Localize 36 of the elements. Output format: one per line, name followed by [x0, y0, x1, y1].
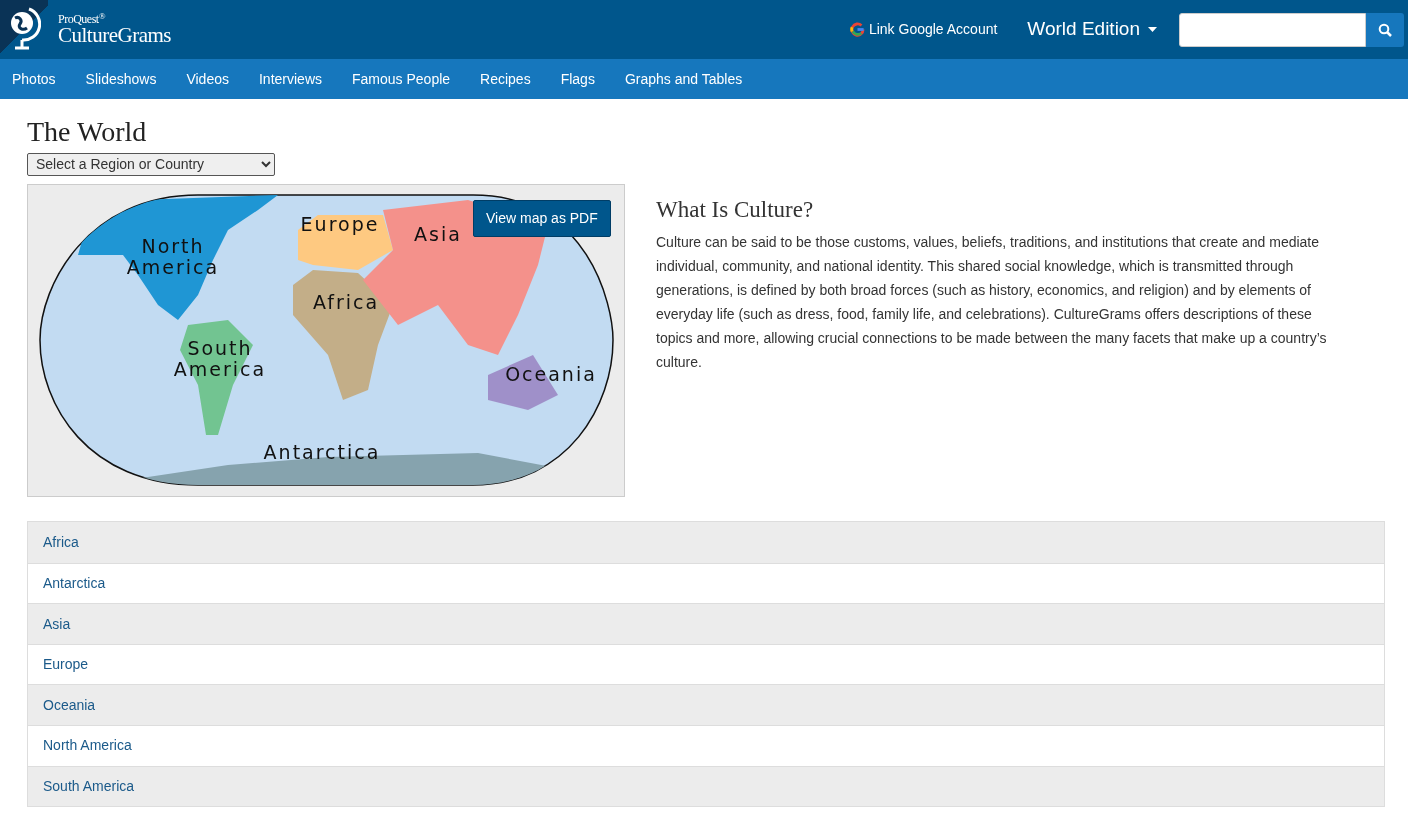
map-label: South America: [173, 337, 267, 381]
region-link[interactable]: Oceania: [43, 694, 96, 716]
edition-dropdown[interactable]: World Edition: [1021, 14, 1163, 45]
region-select[interactable]: Select a Region or Country: [27, 152, 275, 176]
nav-link[interactable]: Recipes: [465, 59, 546, 99]
brand-logo[interactable]: ProQuest$^{®}$ CultureGrams: [58, 13, 171, 46]
region-link[interactable]: Europe: [43, 654, 89, 676]
search-button[interactable]: [1366, 12, 1404, 47]
nav-link[interactable]: Graphs and Tables: [609, 59, 758, 99]
view-pdf-button[interactable]: View map as PDF: [473, 200, 611, 238]
continent-shape[interactable]: [298, 215, 393, 271]
region-link[interactable]: Antarctica: [43, 573, 106, 594]
region-link[interactable]: Africa: [43, 531, 79, 553]
google-link[interactable]: Link Google Account: [849, 19, 998, 40]
nav-link[interactable]: Famous People: [337, 59, 466, 99]
continent-shape[interactable]: [78, 195, 278, 321]
region-link[interactable]: Asia: [43, 613, 71, 635]
search-field[interactable]: [1179, 12, 1366, 47]
search-icon: [1378, 22, 1392, 37]
map-label: Africa: [312, 291, 380, 314]
map-label: Oceania: [505, 363, 597, 386]
map-label: Europe: [300, 213, 380, 236]
region-link[interactable]: North America: [43, 735, 132, 757]
map-label: Asia: [414, 223, 462, 246]
section-heading: What Is Culture?: [656, 196, 815, 224]
region-link[interactable]: South America: [43, 775, 135, 797]
page-title: The World: [27, 115, 148, 149]
nav-link[interactable]: Flags: [545, 59, 610, 99]
google-g-icon: [849, 22, 865, 37]
nav-link[interactable]: Slideshows: [70, 59, 172, 99]
map-label: Antarctica: [263, 441, 381, 464]
caret-icon: [1148, 27, 1157, 32]
nav-link[interactable]: Videos: [171, 59, 244, 99]
culture-paragraph: Culture can be said to be those customs, values, beliefs, traditions, and institutions that create and mediate individual, community, and national identity. This shared social knowledge, which is transmitted through generations, is defined by both broad forces (such as history, economics, and religion) and by elements of everyday life (such as dress, food, family life, and celebrations). CultureGrams offers descriptions of these topics and more, allowing crucial connections to be made between the many facets that make up a country’s culture.: [656, 232, 1328, 372]
nav-link[interactable]: Photos: [0, 59, 71, 99]
nav-link[interactable]: Interviews: [244, 59, 337, 99]
